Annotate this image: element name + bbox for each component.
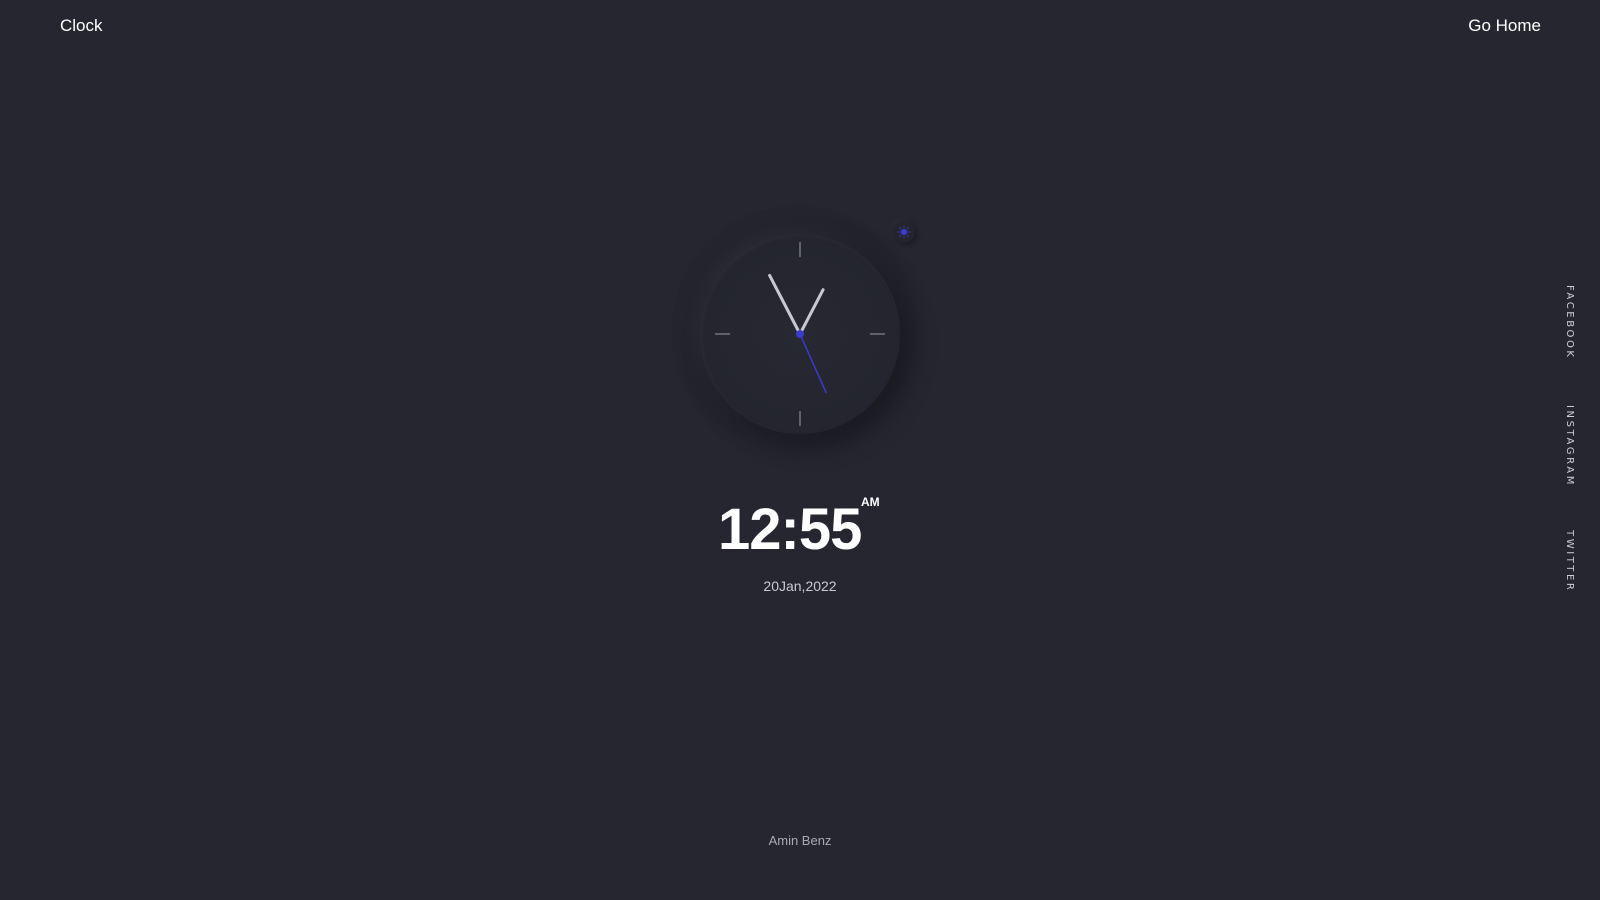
social-links: FACEBOOK INSTAGRAM TWITTER (1564, 285, 1578, 595)
sun-icon (897, 225, 911, 239)
clock-center-dot (796, 330, 804, 338)
minute-hand (768, 273, 802, 336)
digital-time: 12:55 (718, 497, 862, 562)
facebook-link[interactable]: FACEBOOK (1564, 285, 1575, 360)
author-credit: Amin Benz (768, 833, 832, 848)
go-home-link[interactable]: Go Home (1468, 16, 1541, 36)
digital-clock: 12:55 AM (718, 495, 888, 565)
date-display: 20Jan,2022 (763, 578, 837, 594)
brand-logo[interactable]: Clock (60, 16, 103, 36)
twitter-link[interactable]: TWITTER (1564, 530, 1575, 592)
second-hand (799, 333, 827, 394)
analog-clock (670, 204, 930, 464)
instagram-link[interactable]: INSTAGRAM (1564, 405, 1575, 487)
ampm-indicator: AM (861, 495, 880, 509)
clock-dial (715, 242, 885, 426)
hour-hand (798, 288, 825, 336)
clock-page: Clock Go Home FACEBOOK INSTAGRAM TWITTER (0, 0, 1600, 900)
theme-toggle-button[interactable] (893, 221, 915, 243)
